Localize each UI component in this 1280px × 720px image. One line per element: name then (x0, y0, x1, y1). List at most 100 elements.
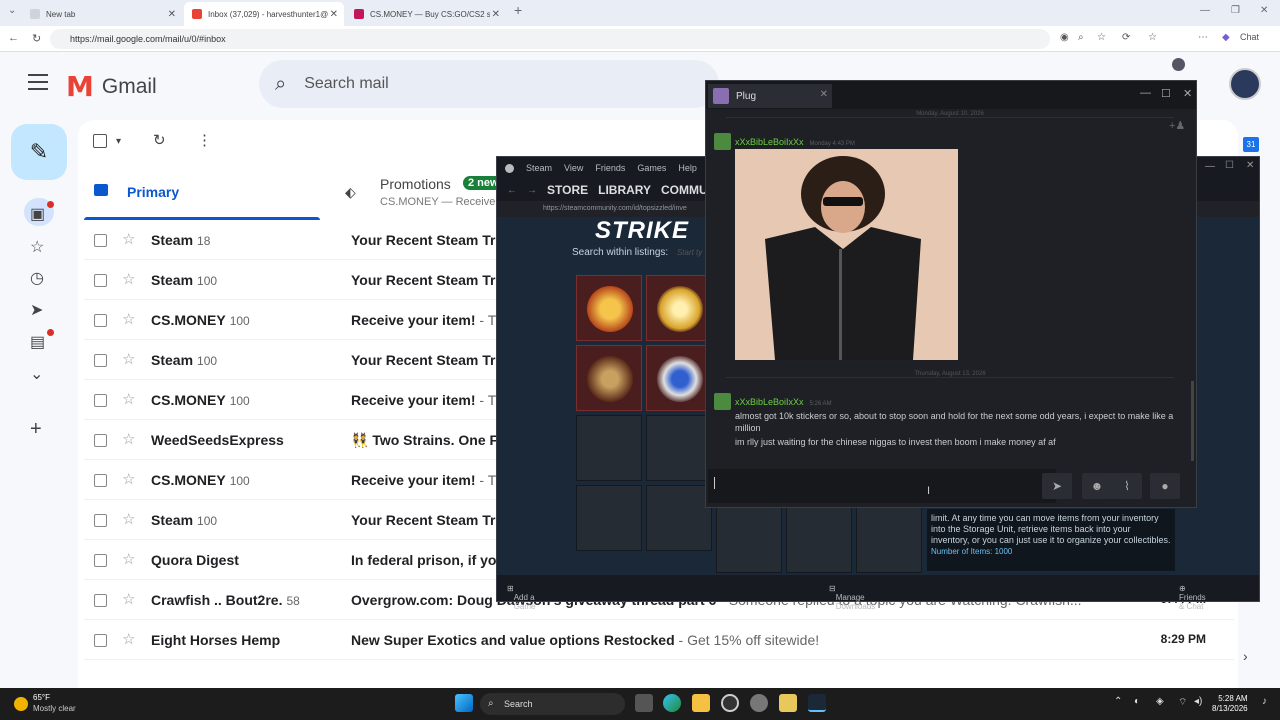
steam-nav-store[interactable]: STORE (547, 183, 588, 197)
inventory-slot-empty[interactable] (716, 507, 782, 573)
close-icon[interactable]: ✕ (1260, 5, 1268, 16)
close-tab-icon[interactable]: ✕ (492, 9, 500, 20)
tab-primary[interactable]: Primary (84, 172, 320, 220)
reload-icon[interactable]: ↻ (32, 32, 41, 45)
inventory-slot-empty[interactable] (786, 507, 852, 573)
more-menu-icon[interactable]: ⋯ (1198, 32, 1208, 43)
select-all-checkbox[interactable] (93, 134, 107, 148)
starred-icon[interactable]: ☆ (30, 237, 44, 257)
taskbar-clock[interactable]: 5:28 AM 8/13/2026 (1212, 694, 1248, 714)
wifi-icon[interactable]: ⌔ (1178, 696, 1187, 709)
start-windows-icon[interactable] (455, 694, 473, 712)
chat-maximize-icon[interactable]: ☐ (1161, 87, 1171, 100)
add-game-button[interactable]: ⊞ Add a Game (507, 584, 536, 611)
maximize-icon[interactable]: ❐ (1231, 5, 1240, 16)
row-checkbox[interactable] (94, 554, 107, 567)
steam-menu-view[interactable]: View (564, 163, 583, 173)
steam-forward-icon[interactable]: → (527, 185, 537, 196)
sender-avatar[interactable] (714, 393, 731, 410)
copilot-icon[interactable]: ◆ (1222, 32, 1230, 43)
inventory-slot-empty[interactable] (646, 415, 712, 481)
sent-icon[interactable]: ➤ (30, 300, 43, 320)
main-menu-icon[interactable] (28, 74, 48, 95)
star-icon[interactable]: ☆ (122, 310, 135, 328)
star-icon[interactable]: ☆ (122, 430, 135, 448)
minimize-icon[interactable]: — (1200, 5, 1210, 16)
star-icon[interactable]: ☆ (122, 390, 135, 408)
tray-app-icon[interactable]: ◈ (1156, 696, 1164, 707)
message-sender[interactable]: xXxBibLeBoiIxXx Monday 4:43 PM (735, 137, 855, 147)
tab-list-icon[interactable]: ⌄ (8, 5, 16, 16)
row-checkbox[interactable] (94, 474, 107, 487)
steam-close-icon[interactable]: ✕ (1246, 160, 1254, 171)
steam-back-icon[interactable]: ← (507, 185, 517, 196)
side-panel-chevron-right-icon[interactable]: › (1243, 648, 1248, 664)
task-view-icon[interactable] (635, 694, 653, 712)
steam-menu-games[interactable]: Games (637, 163, 666, 173)
row-checkbox[interactable] (94, 594, 107, 607)
file-explorer-icon[interactable] (692, 694, 710, 712)
steam-minimize-icon[interactable]: — (1205, 161, 1215, 172)
more-options-icon[interactable]: ⋮ (197, 131, 212, 149)
new-tab-plus-icon[interactable]: + (514, 2, 522, 18)
inventory-item-dragon-coin[interactable] (576, 345, 642, 411)
star-icon[interactable]: ☆ (122, 550, 135, 568)
eye-icon[interactable]: ◉ (1060, 32, 1069, 43)
refresh-icon[interactable]: ↻ (153, 131, 166, 149)
star-icon[interactable]: ☆ (122, 510, 135, 528)
search-mail-input[interactable]: ⌕ Search mail (259, 60, 719, 108)
select-dropdown-icon[interactable]: ▾ (116, 136, 121, 147)
row-checkbox[interactable] (94, 354, 107, 367)
chat-tab-plug[interactable]: Plug ✕ (708, 84, 832, 108)
more-chevron-down-icon[interactable]: ⌄ (30, 364, 43, 384)
gmail-logo[interactable]: M Gmail (66, 70, 157, 103)
tray-chevron-up-icon[interactable]: ⌃ (1114, 696, 1122, 707)
speaker-icon[interactable]: ◂) (1194, 696, 1202, 707)
shared-image[interactable] (735, 149, 958, 360)
account-avatar[interactable] (1229, 68, 1261, 100)
chat-message-input[interactable] (708, 469, 1056, 503)
inbox-icon[interactable]: ▣ (30, 204, 45, 224)
profile-avatar[interactable] (1172, 58, 1185, 71)
back-icon[interactable]: ← (8, 32, 19, 44)
search-icon[interactable]: ⌕ (275, 73, 286, 96)
chat-close-icon[interactable]: ✕ (1183, 87, 1192, 100)
inventory-search-input[interactable]: Start ty (677, 248, 702, 257)
inventory-slot-empty[interactable] (646, 485, 712, 551)
inventory-item-10-year-coin[interactable] (576, 275, 642, 341)
voice-button[interactable]: ● (1150, 473, 1180, 499)
manage-downloads-button[interactable]: ⊟ Manage Downloads (829, 584, 875, 611)
row-checkbox[interactable] (94, 514, 107, 527)
inventory-slot-empty[interactable] (576, 415, 642, 481)
taskbar-search[interactable]: ⌕ Search (480, 693, 625, 715)
steam-menu-steam[interactable]: Steam (526, 163, 552, 173)
chat-minimize-icon[interactable]: — (1140, 87, 1151, 99)
row-checkbox[interactable] (94, 434, 107, 447)
edge-browser-icon[interactable] (663, 694, 681, 712)
steam-menu-friends[interactable]: Friends (595, 163, 625, 173)
inventory-item-blue-star-medal[interactable] (646, 345, 712, 411)
close-chat-tab-icon[interactable]: ✕ (820, 89, 828, 100)
tab-csmoney[interactable]: CS.MONEY — Buy CS:GO/CS2 skin ✕ (346, 2, 506, 26)
chat-scrollbar[interactable] (1191, 381, 1194, 461)
notepad-icon[interactable] (779, 694, 797, 712)
tab-inbox[interactable]: Inbox (37,029) - harvesthunter1@ ✕ (184, 2, 344, 26)
star-icon[interactable]: ☆ (122, 230, 135, 248)
close-tab-icon[interactable]: ✕ (330, 9, 338, 20)
favorites-icon[interactable]: ☆ (1148, 32, 1157, 43)
steam-nav-community[interactable]: COMMU (661, 183, 708, 197)
snoozed-icon[interactable]: ◷ (30, 268, 44, 288)
extensions-icon[interactable]: ⟳ (1122, 32, 1130, 43)
row-checkbox[interactable] (94, 314, 107, 327)
chat-button[interactable]: Chat (1240, 32, 1259, 42)
inventory-slot-empty[interactable] (576, 485, 642, 551)
zoom-icon[interactable]: ⌕ (1078, 32, 1084, 43)
steam-menu-help[interactable]: Help (678, 163, 697, 173)
close-tab-icon[interactable]: ✕ (168, 9, 176, 20)
star-icon[interactable]: ☆ (122, 470, 135, 488)
star-icon[interactable]: ☆ (122, 350, 135, 368)
drafts-icon[interactable]: ▤ (30, 332, 45, 352)
star-icon[interactable]: ☆ (122, 270, 135, 288)
add-label-plus-icon[interactable]: + (30, 418, 42, 441)
calendar-icon[interactable]: 31 (1243, 137, 1259, 152)
